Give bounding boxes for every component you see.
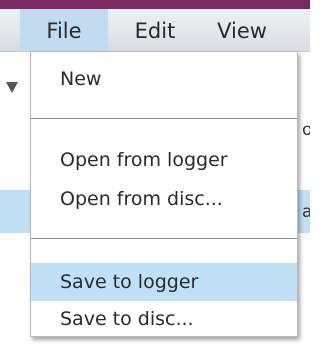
menu-view[interactable]: View [202,9,282,51]
background-text-fragment: o [302,120,310,140]
menu-bar: File Edit View [0,9,310,52]
menu-item-save-to-disc[interactable]: Save to disc... [31,302,297,336]
menu-edit[interactable]: Edit [118,9,192,51]
menu-item-open-from-disc[interactable]: Open from disc... [31,182,297,216]
menu-item-new[interactable]: New [31,62,297,96]
menu-item-open-from-logger[interactable]: Open from logger [31,143,297,177]
title-bar-strip [0,0,310,9]
expand-chevron-icon[interactable] [6,82,18,93]
menu-item-save-to-logger[interactable]: Save to logger [31,263,297,301]
menu-separator [31,118,297,119]
file-menu-dropdown: New Open from logger Open from disc... S… [30,51,298,337]
menu-separator [31,238,297,239]
menu-file[interactable]: File [20,9,108,51]
background-text-fragment: a [302,202,310,222]
app-window: File Edit View o a New Open from logger … [0,0,310,345]
